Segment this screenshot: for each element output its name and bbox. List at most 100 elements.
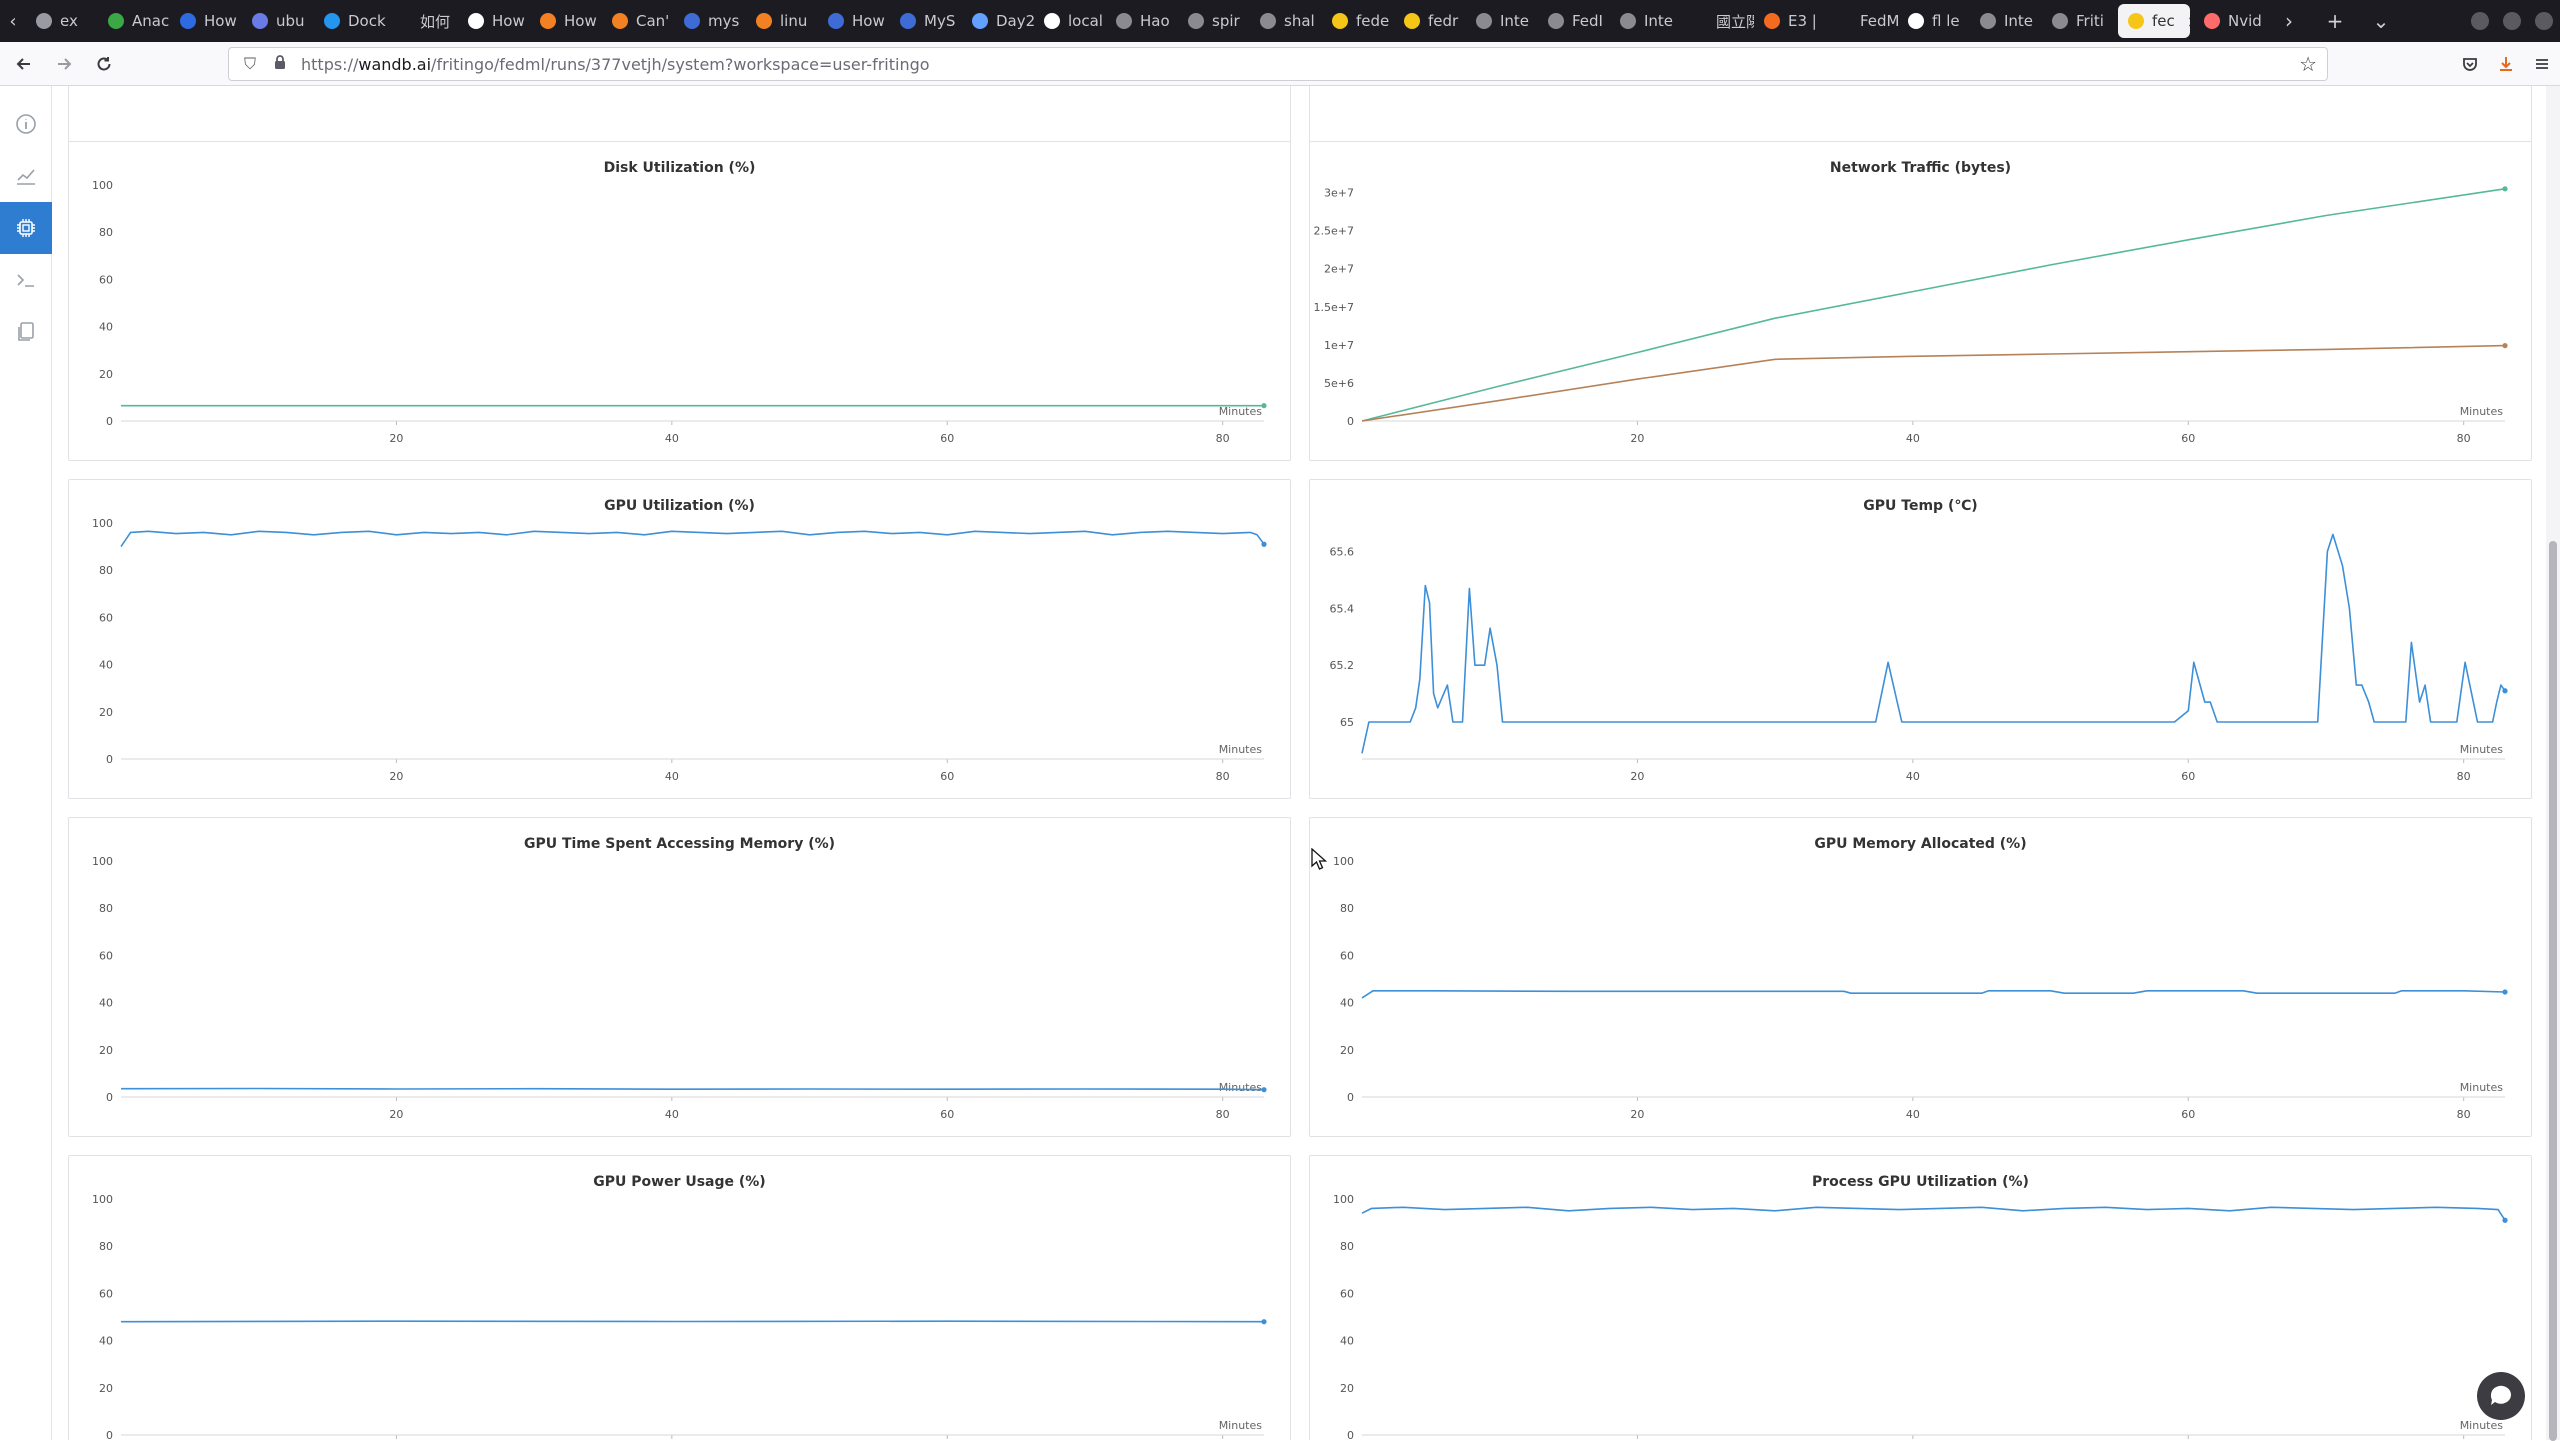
series-end-point[interactable] bbox=[1261, 1087, 1267, 1093]
browser-tab[interactable]: MyS bbox=[890, 0, 962, 42]
browser-tab[interactable]: FedI bbox=[1538, 0, 1610, 42]
x-axis-label: Minutes bbox=[2460, 743, 2504, 756]
new-tab-button[interactable]: + bbox=[2312, 0, 2358, 42]
maximize-window-button[interactable] bbox=[2503, 12, 2521, 30]
forward-button[interactable] bbox=[44, 42, 84, 86]
chart-panel-gpu-memory-allocated[interactable]: GPU Memory Allocated (%) 0 20 40 60 80 100 20 40… bbox=[1309, 817, 2532, 1137]
browser-tab[interactable]: Friti bbox=[2042, 0, 2114, 42]
series-line[interactable] bbox=[1361, 533, 2506, 754]
tab-label: spir bbox=[1212, 12, 1240, 30]
browser-tab[interactable]: ubu bbox=[242, 0, 314, 42]
scrollbar-thumb[interactable] bbox=[2549, 541, 2557, 1441]
rail-item-files[interactable] bbox=[0, 306, 52, 358]
chart-panel-network-traffic[interactable]: Network Traffic (bytes) 0 5e+6 1e+7 1.5e+7 2e… bbox=[1309, 141, 2532, 461]
tab-scroll-left-icon[interactable]: ‹ bbox=[0, 0, 26, 42]
bookmark-star-icon[interactable]: ☆ bbox=[2299, 52, 2317, 76]
close-window-button[interactable] bbox=[2535, 12, 2553, 30]
menu-hamburger-icon[interactable] bbox=[2524, 42, 2560, 86]
browser-tab[interactable]: Nvid bbox=[2194, 0, 2266, 42]
url-text[interactable]: https://wandb.ai/fritingo/fedml/runs/377… bbox=[301, 55, 930, 74]
shield-icon[interactable]: ⛉ bbox=[241, 54, 259, 74]
y-tick-label: 60 bbox=[1340, 1287, 1354, 1300]
pocket-icon[interactable] bbox=[2452, 42, 2488, 86]
tab-scroll-right-icon[interactable]: › bbox=[2266, 0, 2312, 42]
browser-tab[interactable]: FedML I bbox=[1826, 0, 1898, 42]
browser-tab[interactable]: Day2 bbox=[962, 0, 1034, 42]
series-end-point[interactable] bbox=[2502, 186, 2508, 192]
chart-panel-disk-utilization[interactable]: Disk Utilization (%) 0 20 40 60 80 100 20 40 60 80… bbox=[68, 141, 1291, 461]
series-line[interactable] bbox=[1361, 188, 2506, 422]
series-line[interactable] bbox=[120, 1087, 1265, 1091]
series-end-point[interactable] bbox=[2502, 688, 2508, 694]
chart-panel-gpu-temp[interactable]: GPU Temp (℃) 65 65.2 65.4 65.6 20 40 60 80 Minute… bbox=[1309, 479, 2532, 799]
tab-favicon-icon bbox=[396, 13, 412, 29]
browser-tab[interactable]: linu bbox=[746, 0, 818, 42]
y-tick-label: 65.2 bbox=[1330, 659, 1355, 672]
browser-tab[interactable]: How bbox=[818, 0, 890, 42]
tab-favicon-icon bbox=[1764, 13, 1780, 29]
series-line[interactable] bbox=[120, 530, 1265, 548]
tab-label: How bbox=[852, 12, 885, 30]
downloads-icon[interactable] bbox=[2488, 42, 2524, 86]
series-line[interactable] bbox=[120, 1320, 1265, 1323]
minimize-window-button[interactable] bbox=[2471, 12, 2489, 30]
rail-item-system[interactable] bbox=[0, 202, 52, 254]
browser-tab[interactable]: How bbox=[458, 0, 530, 42]
series-end-point[interactable] bbox=[2502, 343, 2508, 349]
support-chat-button[interactable] bbox=[2477, 1372, 2525, 1420]
page-scrollbar[interactable] bbox=[2546, 86, 2560, 1441]
browser-tab[interactable]: mys bbox=[674, 0, 746, 42]
browser-tab[interactable]: How bbox=[170, 0, 242, 42]
y-tick-label: 80 bbox=[1340, 1240, 1354, 1253]
browser-tab[interactable]: E3 | bbox=[1754, 0, 1826, 42]
tab-favicon-icon bbox=[324, 13, 340, 29]
x-tick-label: 40 bbox=[1906, 770, 1920, 783]
browser-tab[interactable]: fl le bbox=[1898, 0, 1970, 42]
browser-tab[interactable]: spir bbox=[1178, 0, 1250, 42]
browser-tab[interactable]: 如何 bbox=[386, 0, 458, 42]
browser-tab[interactable]: 國立陽明 bbox=[1682, 0, 1754, 42]
tab-label: Can' bbox=[636, 12, 670, 30]
browser-tab[interactable]: shal bbox=[1250, 0, 1322, 42]
series-end-point[interactable] bbox=[2502, 1217, 2508, 1223]
browser-tab[interactable]: local bbox=[1034, 0, 1106, 42]
series-line[interactable] bbox=[1361, 990, 2506, 999]
lock-icon[interactable] bbox=[271, 54, 289, 74]
reload-button[interactable] bbox=[84, 42, 124, 86]
back-button[interactable] bbox=[4, 42, 44, 86]
browser-tab[interactable]: Anac bbox=[98, 0, 170, 42]
x-tick-label: 60 bbox=[940, 432, 954, 445]
browser-tab[interactable]: ex bbox=[26, 0, 98, 42]
series-end-point[interactable] bbox=[1261, 403, 1267, 409]
rail-item-logs[interactable] bbox=[0, 254, 52, 306]
series-end-point[interactable] bbox=[1261, 1319, 1267, 1325]
browser-tab[interactable]: Inte bbox=[1466, 0, 1538, 42]
browser-tab[interactable]: How bbox=[530, 0, 602, 42]
back-arrow-icon bbox=[16, 57, 30, 70]
rail-item-overview[interactable] bbox=[0, 98, 52, 150]
chart-panel-gpu-power-usage[interactable]: GPU Power Usage (%)02040608010020406080M… bbox=[68, 1155, 1291, 1440]
tab-label: fedr bbox=[1428, 12, 1459, 30]
chart-panel-gpu-utilization[interactable]: GPU Utilization (%) 0 20 40 60 80 100 20 40 60 80 M… bbox=[68, 479, 1291, 799]
tab-favicon-icon bbox=[180, 13, 196, 29]
chart-panel-gpu-memory-access[interactable]: GPU Time Spent Accessing Memory (%) 0 20 40… bbox=[68, 817, 1291, 1137]
series-line[interactable] bbox=[1361, 344, 2506, 422]
browser-tab[interactable]: Inte bbox=[1970, 0, 2042, 42]
browser-tab[interactable]: Inte bbox=[1610, 0, 1682, 42]
series-end-point[interactable] bbox=[2502, 989, 2508, 995]
browser-tab[interactable]: fec × bbox=[2118, 4, 2190, 38]
browser-tab[interactable]: Dock bbox=[314, 0, 386, 42]
rail-item-charts[interactable] bbox=[0, 150, 52, 202]
browser-tab[interactable]: Hao bbox=[1106, 0, 1178, 42]
chart-panel-process-gpu-utilization[interactable]: Process GPU Utilization (%)0204060801002… bbox=[1309, 1155, 2532, 1440]
browser-tab[interactable]: Can' bbox=[602, 0, 674, 42]
close-tab-icon[interactable]: × bbox=[2187, 12, 2190, 31]
browser-tab[interactable]: fede bbox=[1322, 0, 1394, 42]
series-line[interactable] bbox=[1361, 1206, 2506, 1221]
url-bar[interactable]: ⛉ https://wandb.ai/fritingo/fedml/runs/3… bbox=[228, 47, 2328, 81]
tab-favicon-icon bbox=[1980, 13, 1996, 29]
series-end-point[interactable] bbox=[1261, 541, 1267, 547]
tab-favicon-icon bbox=[828, 13, 844, 29]
list-all-tabs-icon[interactable]: ⌄ bbox=[2358, 0, 2404, 42]
browser-tab[interactable]: fedr bbox=[1394, 0, 1466, 42]
